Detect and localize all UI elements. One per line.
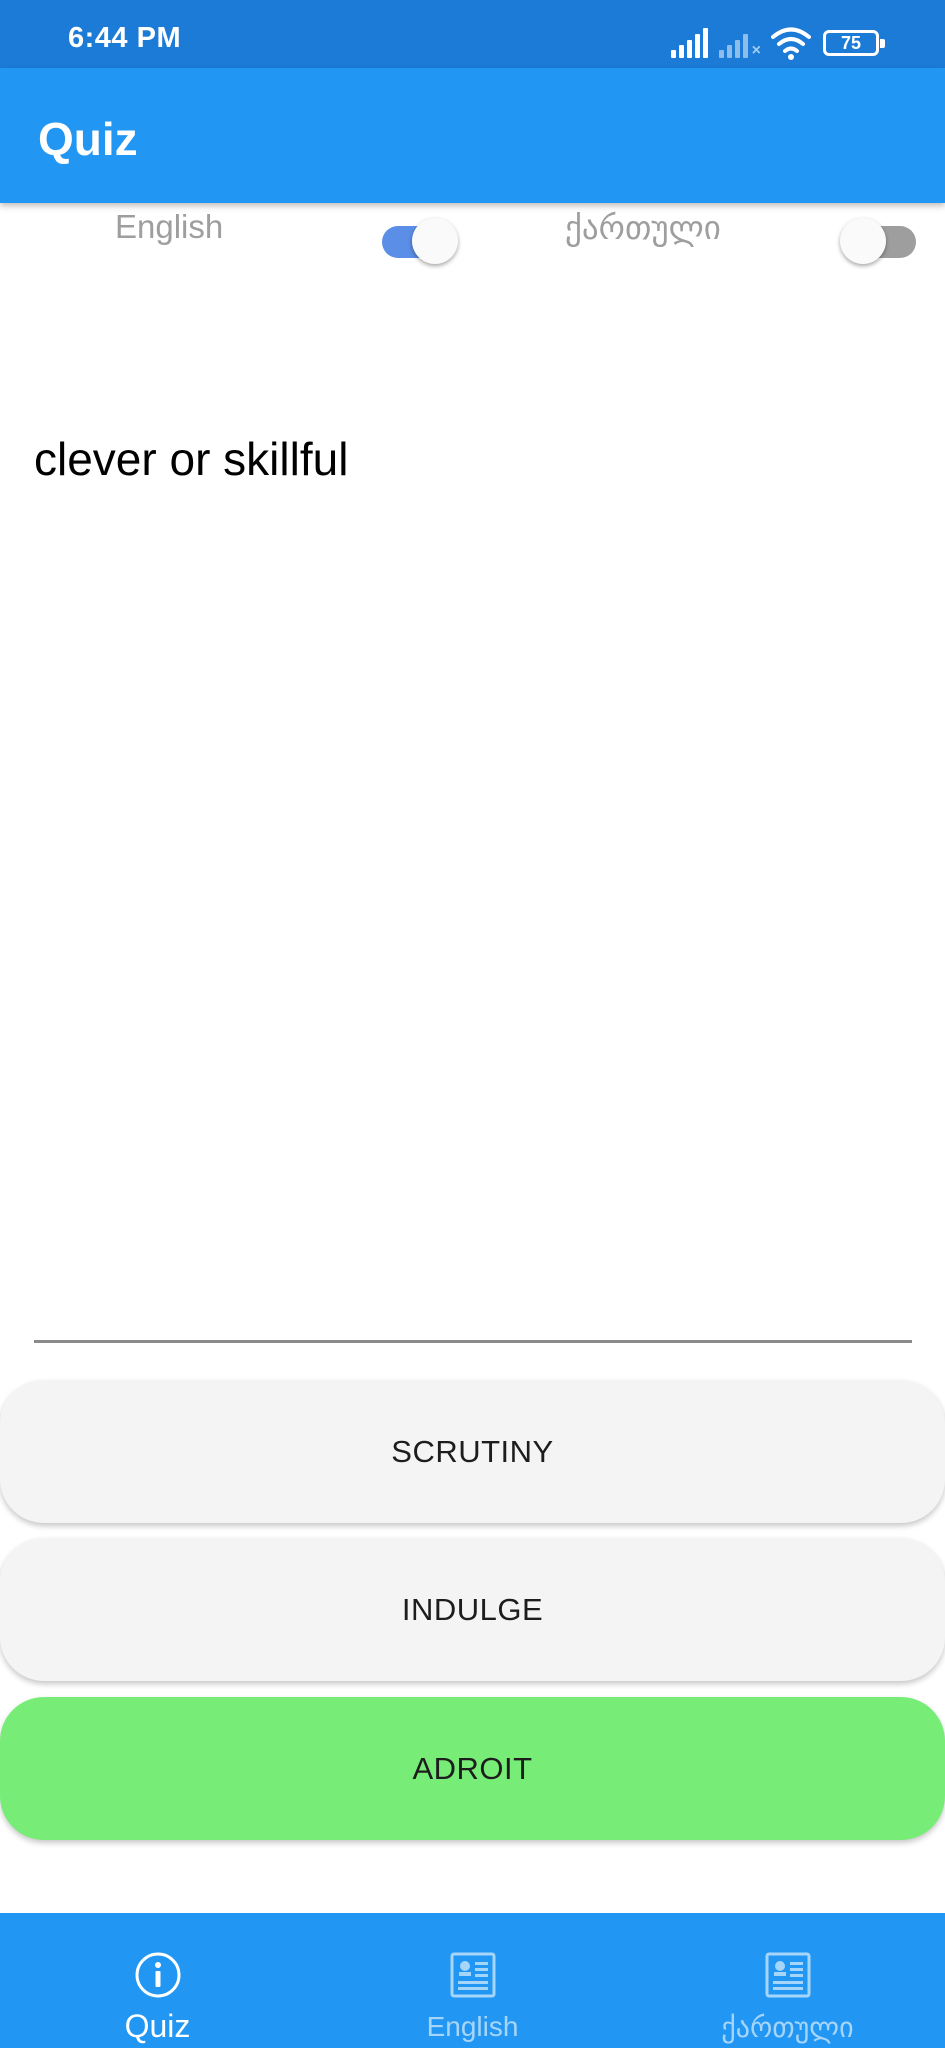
switch-thumb — [840, 218, 886, 264]
page-title: Quiz — [38, 113, 138, 165]
signal-icon — [671, 28, 709, 58]
nav-item-quiz[interactable]: Quiz — [0, 1913, 315, 2048]
answer-button-indulge[interactable]: INDULGE — [0, 1538, 945, 1681]
answer-button-scrutiny[interactable]: SCRUTINY — [0, 1380, 945, 1523]
nav-label-quiz: Quiz — [124, 2008, 191, 2044]
wifi-icon — [771, 27, 811, 60]
status-bar: 6:44 PM × 75 — [0, 0, 945, 68]
nav-item-georgian[interactable]: ქართული — [630, 1913, 945, 2048]
english-toggle-switch[interactable] — [378, 214, 458, 264]
question-text: clever or skillful — [34, 433, 349, 485]
status-time: 6:44 PM — [68, 22, 182, 54]
divider — [34, 1340, 912, 1343]
info-icon — [135, 1952, 181, 1998]
battery-icon: 75 — [823, 30, 885, 56]
georgian-toggle-switch[interactable] — [840, 214, 920, 264]
nav-label-georgian: ქართული — [721, 2012, 854, 2043]
switch-thumb — [412, 218, 458, 264]
bottom-nav: Quiz English ქართული — [0, 1913, 945, 2048]
signal-no-service-icon: × — [719, 28, 761, 59]
article-icon — [765, 1952, 811, 1998]
georgian-toggle-label: ქართული — [565, 209, 721, 246]
english-toggle-label: English — [115, 208, 224, 245]
app-bar: Quiz — [0, 68, 945, 203]
nav-label-english: English — [426, 2011, 519, 2042]
answer-button-adroit[interactable]: ADROIT — [0, 1697, 945, 1840]
nav-item-english[interactable]: English — [315, 1913, 630, 2048]
article-icon — [450, 1952, 496, 1998]
